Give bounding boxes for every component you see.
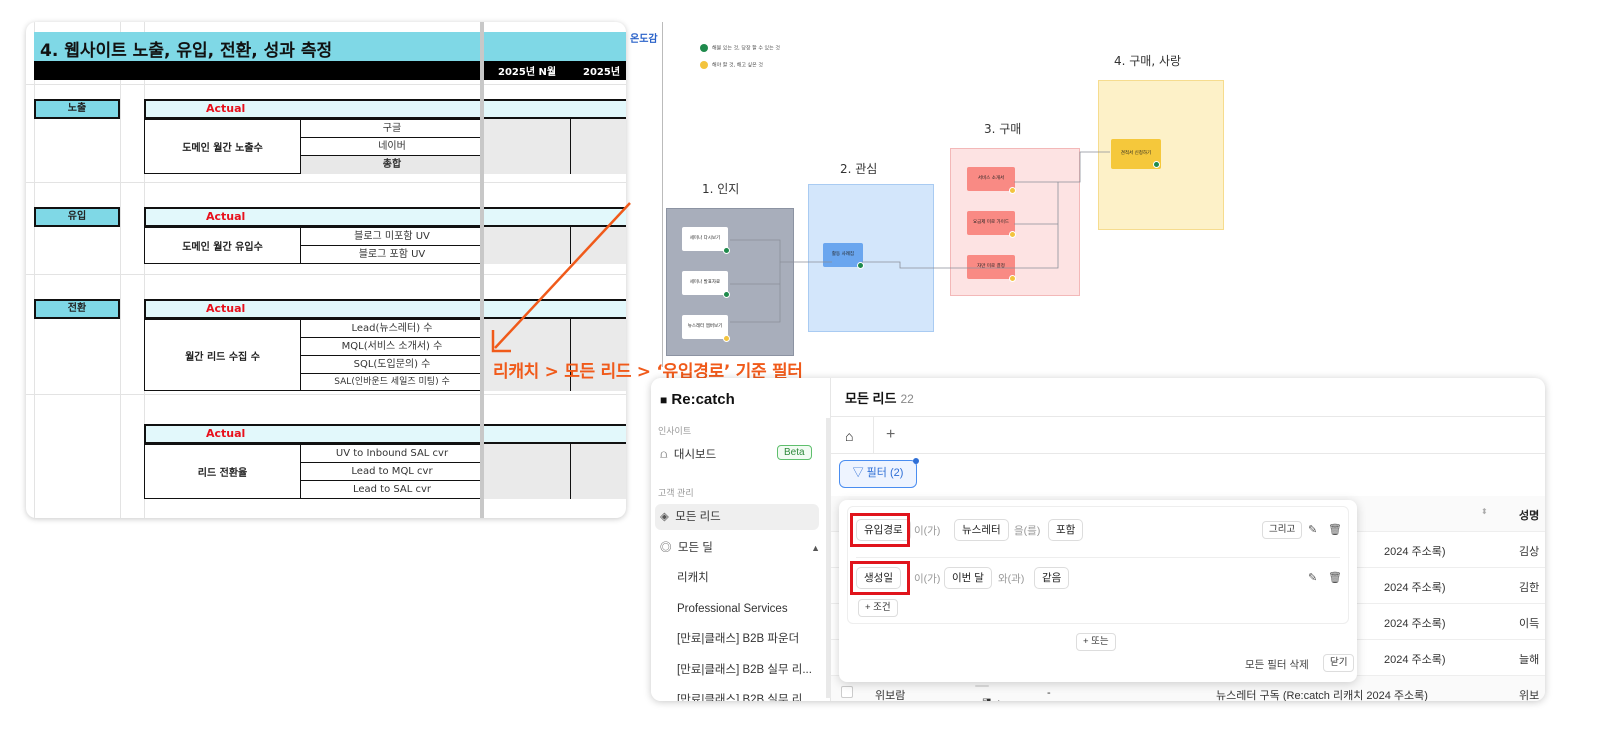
edit-icon[interactable]: ✎ <box>1308 571 1317 584</box>
chart-icon: ⩍ <box>660 449 668 461</box>
clear-all-filters-button[interactable]: 모든 필터 삭제 <box>1245 657 1309 672</box>
sidebar-item-all-leads[interactable]: ◈ 모든 리드 <box>655 504 819 530</box>
close-button[interactable]: 닫기 <box>1323 654 1355 672</box>
open-record-button[interactable]: ◨ 열기 <box>975 685 991 701</box>
filter-value-chip[interactable]: 이번 달 <box>944 567 992 589</box>
record-count: 22 <box>900 392 914 406</box>
home-tab-icon[interactable]: ⌂ <box>845 428 853 444</box>
sidebar-deal-item[interactable]: [만료|클래스] B2B 실무 리... <box>660 657 820 683</box>
sidebar-item-all-deals[interactable]: ◎ 모든 딜 ▲ <box>660 535 820 561</box>
recatch-app-window: ■ Re:catch 인사이트 ⩍ 대시보드 Beta 고객 관리 ◈ 모든 리… <box>651 378 1545 701</box>
caret-up-icon: ▲ <box>811 543 820 553</box>
highlight-box <box>850 513 910 547</box>
filter-operator-chip[interactable]: 포함 <box>1048 519 1084 541</box>
sidebar-deal-item[interactable]: 리캐치 <box>660 565 820 591</box>
filter-group: 유입경로 이(가) 뉴스레터 을(를) 포함 그리고 ✎ 🗑 생성일 이(가) … <box>847 506 1349 624</box>
sidebar-deal-item[interactable]: Professional Services <box>660 596 820 622</box>
add-or-button[interactable]: + 또는 <box>1076 633 1116 651</box>
recatch-logo-icon: ■ <box>660 393 668 407</box>
sidebar-deal-item[interactable]: [만료|클래스] B2B 파운더 <box>660 626 820 652</box>
coin-icon: ◎ <box>660 542 672 554</box>
filter-active-dot <box>913 458 919 464</box>
filter-button[interactable]: ▽ 필터 (2) <box>839 460 917 488</box>
trash-icon[interactable]: 🗑 <box>1328 571 1342 584</box>
sort-icon: ⬍ <box>1481 507 1488 516</box>
edit-icon[interactable]: ✎ <box>1308 523 1317 536</box>
filter-popover: 유입경로 이(가) 뉴스레터 을(를) 포함 그리고 ✎ 🗑 생성일 이(가) … <box>839 500 1357 682</box>
funnel-icon: ▽ <box>852 467 864 479</box>
page-title: 모든 리드 22 <box>845 391 914 406</box>
row-checkbox[interactable] <box>841 686 853 698</box>
highlight-box <box>850 561 910 595</box>
add-view-button[interactable]: + <box>886 426 895 444</box>
filter-value-chip[interactable]: 뉴스레터 <box>954 519 1009 541</box>
sidebar-section-insight: 인사이트 <box>658 426 692 436</box>
sidebar-section-customer: 고객 관리 <box>658 488 694 498</box>
main-content: 모든 리드 22 ⌂ + ▽ 필터 (2) ⬍ 성명 2024 주소록) 김상 20… <box>831 378 1545 701</box>
and-joiner-button[interactable]: 그리고 <box>1262 521 1303 539</box>
layers-icon: ◈ <box>660 511 669 523</box>
beta-badge: Beta <box>777 445 812 460</box>
sidebar-deal-item[interactable]: [만료|클래스] B2B 실무 리... <box>660 687 820 701</box>
trash-icon[interactable]: 🗑 <box>1328 523 1342 536</box>
filter-operator-chip[interactable]: 같음 <box>1034 567 1070 589</box>
add-condition-button[interactable]: + 조건 <box>858 599 898 617</box>
brand-logo[interactable]: ■ Re:catch <box>660 391 735 408</box>
sidebar: ■ Re:catch 인사이트 ⩍ 대시보드 Beta 고객 관리 ◈ 모든 리… <box>651 378 831 701</box>
